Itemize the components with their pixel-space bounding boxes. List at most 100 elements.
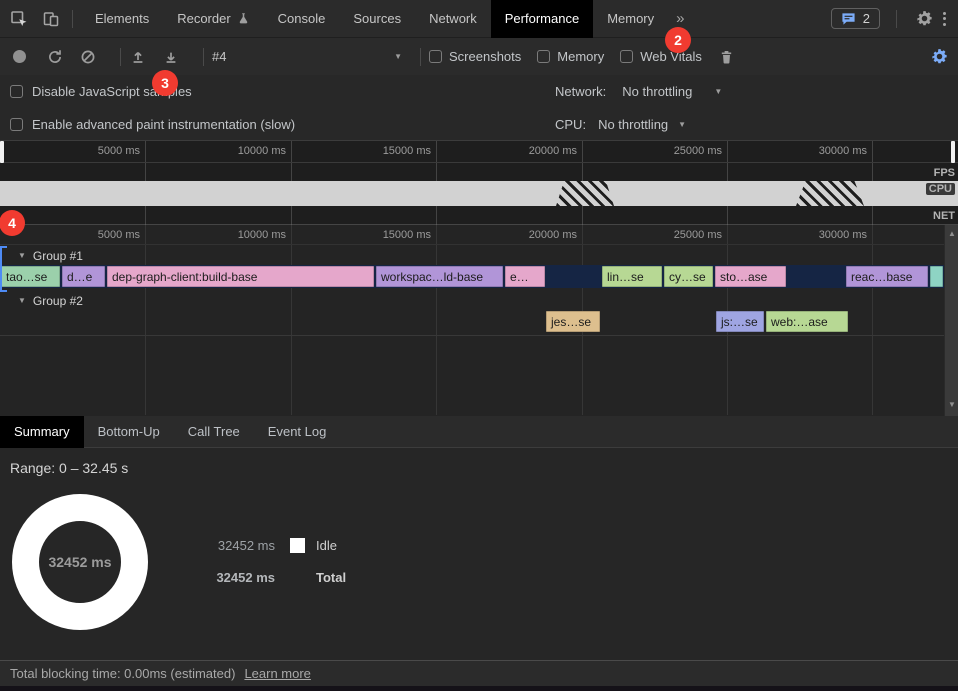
ruler-tick-label: 15000 ms [351, 229, 431, 241]
ruler-tick-label: 30000 ms [787, 229, 867, 241]
idle-swatch [290, 538, 305, 553]
tab-summary[interactable]: Summary [0, 416, 84, 448]
device-toolbar-icon[interactable] [38, 6, 64, 32]
checkbox-label: Memory [557, 49, 604, 64]
divider [420, 48, 421, 66]
clear-icon[interactable] [79, 48, 97, 66]
flame-bar[interactable]: jes…se [546, 311, 600, 332]
record-button[interactable] [13, 50, 26, 63]
flame-bar[interactable]: e… [505, 266, 545, 287]
group-name: Group #2 [33, 294, 83, 308]
tab-event-log[interactable]: Event Log [254, 416, 341, 448]
memory-checkbox[interactable]: Memory [537, 49, 604, 64]
cpu-throttling-select[interactable]: CPU: No throttling ▼ [555, 108, 686, 141]
checkbox[interactable] [429, 50, 442, 63]
network-value: No throttling [622, 84, 692, 99]
more-tabs-chevron[interactable]: » [668, 10, 692, 27]
group-2-track[interactable]: jes…se js:…seweb:…ase [0, 310, 944, 333]
overview-left-handle[interactable] [0, 141, 4, 163]
settings-gear-icon[interactable] [911, 6, 937, 32]
save-profile-icon[interactable] [162, 48, 180, 66]
chevron-down-icon: ▼ [714, 87, 722, 96]
tab-network[interactable]: Network [415, 0, 491, 38]
flame-bar[interactable]: cy…se [664, 266, 713, 287]
timeline-overview[interactable]: 5000 ms10000 ms15000 ms20000 ms25000 ms3… [0, 141, 958, 225]
network-throttling-select[interactable]: Network: No throttling ▼ [555, 75, 722, 108]
group-name: Group #1 [33, 249, 83, 263]
flame-bar[interactable]: web:…ase [766, 311, 848, 332]
tab-console[interactable]: Console [264, 0, 340, 38]
tab-label: Console [278, 0, 326, 38]
inspect-element-icon[interactable] [6, 6, 32, 32]
flame-bar[interactable]: d…e [62, 266, 105, 287]
history-select[interactable]: #4 ▼ [212, 49, 402, 64]
cpu-lane-label: CPU [926, 183, 955, 195]
tab-bottom-up[interactable]: Bottom-Up [84, 416, 174, 448]
checkbox[interactable] [537, 50, 550, 63]
checkbox[interactable] [620, 50, 633, 63]
status-footer: Total blocking time: 0.00ms (estimated) … [0, 660, 958, 686]
tab-label: Performance [505, 0, 579, 38]
speech-bubble-icon [841, 11, 856, 26]
flame-bar[interactable]: reac…base [846, 266, 928, 287]
group-1-track[interactable]: tao…sed…edep-graph-client:build-basework… [0, 265, 944, 288]
checkbox-label: Enable advanced paint instrumentation (s… [32, 117, 295, 132]
flame-bar[interactable]: workspac…ld-base [376, 266, 503, 287]
screenshots-checkbox[interactable]: Screenshots [429, 49, 521, 64]
console-messages-button[interactable]: 2 [831, 8, 880, 29]
cpu-busy-hatch [556, 181, 614, 206]
devtools-window: Elements Recorder Console Sources Networ… [0, 0, 958, 691]
flame-bar[interactable]: js:…se [716, 311, 764, 332]
divider [120, 48, 121, 66]
flame-bar[interactable]: tao…se [1, 266, 60, 287]
reload-and-record-icon[interactable] [46, 48, 64, 66]
web-vitals-checkbox[interactable]: Web Vitals [620, 49, 702, 64]
tab-label: Sources [353, 0, 401, 38]
group-2-header[interactable]: ▼ Group #2 [0, 291, 944, 310]
overview-right-handle[interactable] [951, 141, 955, 163]
ruler-tick-label: 5000 ms [60, 229, 140, 241]
checkbox[interactable] [10, 85, 23, 98]
ruler-tick-label: 25000 ms [642, 229, 722, 241]
capture-settings-gear-icon[interactable] [930, 48, 948, 66]
overlay-badge[interactable]: 3 [152, 70, 178, 96]
flame-scrollbar[interactable]: ▲ ▼ [944, 225, 958, 416]
tab-elements[interactable]: Elements [81, 0, 163, 38]
tab-call-tree[interactable]: Call Tree [174, 416, 254, 448]
ruler-tick-label: 5000 ms [60, 145, 140, 157]
scroll-down-icon[interactable]: ▼ [945, 400, 958, 409]
overlay-badge[interactable]: 4 [0, 210, 25, 236]
overlay-badge[interactable]: 2 [665, 27, 691, 53]
flame-bar[interactable]: dep-graph-client:build-base [107, 266, 374, 287]
tab-sources[interactable]: Sources [339, 0, 415, 38]
tab-performance[interactable]: Performance [491, 0, 593, 38]
collapse-triangle-icon[interactable]: ▼ [18, 251, 26, 260]
tab-memory[interactable]: Memory [593, 0, 668, 38]
flame-bar[interactable] [930, 266, 943, 287]
flame-bar-label: lin…se [602, 270, 644, 284]
flame-bar[interactable]: sto…ase [715, 266, 786, 287]
range-label: Range: 0 – 32.45 s [10, 460, 128, 476]
checkbox[interactable] [10, 118, 23, 131]
advanced-paint-checkbox[interactable]: Enable advanced paint instrumentation (s… [10, 108, 295, 141]
network-label: Network: [555, 84, 606, 99]
flame-bar-label: web:…ase [766, 315, 828, 329]
ruler-tick-label: 20000 ms [497, 229, 577, 241]
legend-label: Total [316, 570, 346, 585]
flame-bar-label: sto…ase [715, 270, 767, 284]
divider [72, 10, 73, 28]
flame-bar-label: reac…base [846, 270, 912, 284]
cpu-label: CPU: [555, 117, 586, 132]
flame-chart[interactable]: 5000 ms10000 ms15000 ms20000 ms25000 ms3… [0, 225, 958, 416]
kebab-menu-icon[interactable] [937, 12, 958, 26]
learn-more-link[interactable]: Learn more [244, 666, 310, 681]
load-profile-icon[interactable] [129, 48, 147, 66]
trash-icon[interactable] [718, 48, 736, 66]
flame-bar[interactable]: lin…se [602, 266, 662, 287]
group-1-header[interactable]: ▼ Group #1 [0, 246, 944, 265]
collapse-triangle-icon[interactable]: ▼ [18, 296, 26, 305]
detail-tab-bar: Summary Bottom-Up Call Tree Event Log [0, 416, 958, 448]
scroll-up-icon[interactable]: ▲ [945, 229, 958, 238]
ruler-tick-label: 15000 ms [351, 145, 431, 157]
tab-recorder[interactable]: Recorder [163, 0, 263, 38]
